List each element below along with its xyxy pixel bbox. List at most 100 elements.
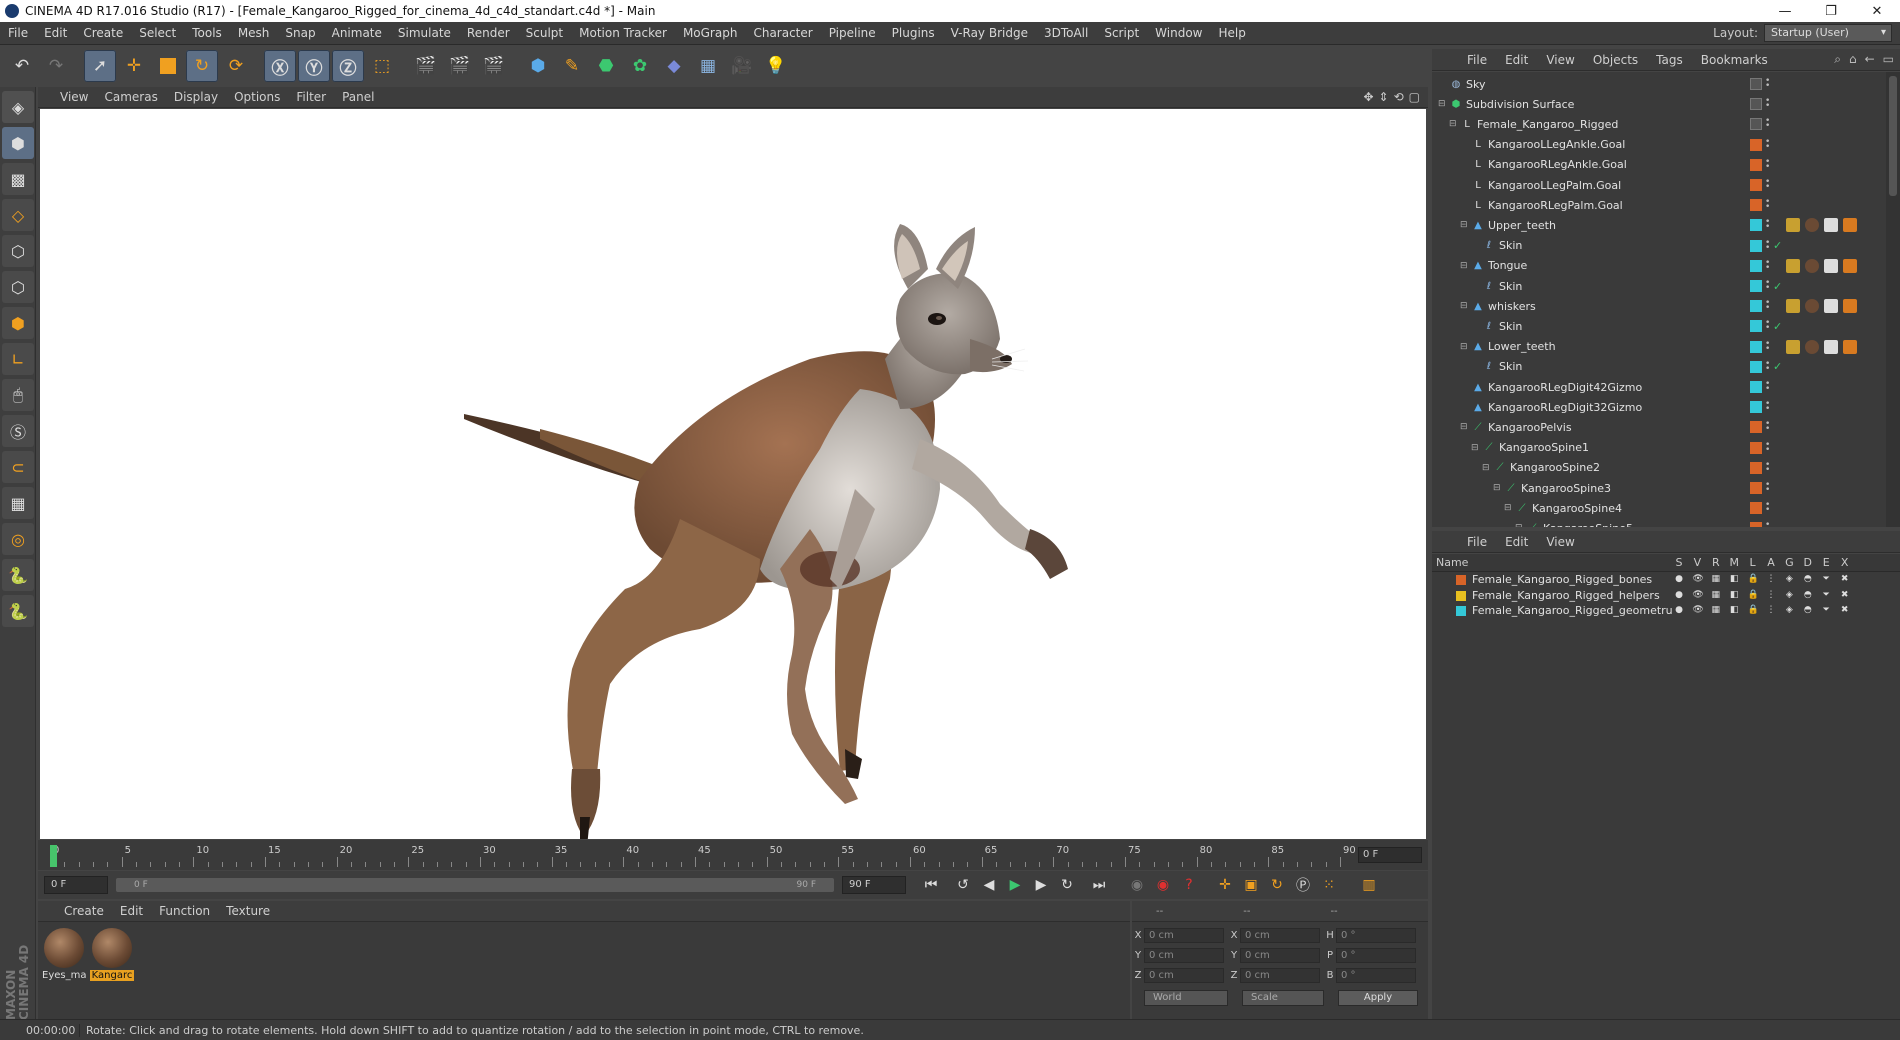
keyframe-selection-icon[interactable]: ? bbox=[1177, 874, 1201, 896]
layer-color-swatch[interactable] bbox=[1750, 441, 1762, 454]
layer-color-swatch[interactable] bbox=[1750, 259, 1762, 272]
coordinate-field[interactable]: 0 ° bbox=[1336, 967, 1416, 983]
layer-toggle-icon[interactable]: ▦ bbox=[1711, 574, 1721, 585]
layer-column-s[interactable]: S bbox=[1672, 556, 1686, 569]
visibility-dots[interactable]: • • bbox=[1765, 258, 1771, 272]
visibility-dots[interactable]: • • bbox=[1765, 359, 1771, 373]
layer-column-m[interactable]: M bbox=[1727, 556, 1741, 569]
timeline-cursor[interactable] bbox=[50, 845, 57, 867]
object-row[interactable]: ⊟ ⟋ KangarooPelvis • • bbox=[1432, 417, 1886, 437]
goto-prev-key-icon[interactable]: ↺ bbox=[951, 874, 975, 896]
menu-v-ray-bridge[interactable]: V-Ray Bridge bbox=[943, 26, 1036, 40]
menu-tools[interactable]: Tools bbox=[184, 26, 230, 40]
edges-mode-icon[interactable]: ⬡ bbox=[2, 271, 34, 303]
z-axis-lock-icon[interactable]: Ⓩ bbox=[332, 50, 364, 82]
object-menu-file[interactable]: File bbox=[1458, 53, 1496, 67]
apply-button[interactable]: Apply bbox=[1338, 990, 1418, 1006]
layer-toggle-icon[interactable]: ◓ bbox=[1803, 574, 1813, 585]
axis-mode-icon[interactable]: ∟ bbox=[2, 343, 34, 375]
tag-icon[interactable] bbox=[1805, 339, 1819, 354]
layer-color-swatch[interactable] bbox=[1750, 421, 1762, 434]
object-row[interactable]: ⊟ ▲ Tongue • • bbox=[1432, 256, 1886, 276]
object-tree-scrollbar[interactable] bbox=[1886, 72, 1900, 527]
key-pla-icon[interactable]: ⁙ bbox=[1317, 874, 1341, 896]
menu-edit[interactable]: Edit bbox=[36, 26, 75, 40]
3d-viewport[interactable] bbox=[40, 109, 1426, 839]
viewport-menu-display[interactable]: Display bbox=[166, 90, 226, 104]
layer-color-swatch[interactable] bbox=[1750, 78, 1762, 90]
object-row[interactable]: ⊟ ⟋ KangarooSpine2 • • bbox=[1432, 458, 1886, 478]
tag-icon[interactable] bbox=[1786, 339, 1800, 354]
timeline-ruler[interactable]: 051015202530354045505560657075808590 0 F bbox=[38, 840, 1428, 870]
light-icon[interactable]: 💡 bbox=[760, 50, 792, 82]
object-row[interactable]: ℓ Skin • • ✓ bbox=[1432, 316, 1886, 336]
workplane-icon[interactable]: ▦ bbox=[2, 487, 34, 519]
fold-toggle-icon[interactable]: ⊟ bbox=[1515, 523, 1523, 527]
visibility-dots[interactable]: • • bbox=[1765, 77, 1771, 91]
menu-script[interactable]: Script bbox=[1096, 26, 1147, 40]
fold-toggle-icon[interactable]: ⊟ bbox=[1460, 422, 1468, 432]
key-position-icon[interactable]: ✛ bbox=[1213, 874, 1237, 896]
layer-color-swatch[interactable] bbox=[1750, 118, 1762, 131]
layer-column-v[interactable]: V bbox=[1690, 556, 1704, 569]
layer-color-swatch[interactable] bbox=[1750, 360, 1762, 373]
layer-color-swatch[interactable] bbox=[1750, 179, 1762, 191]
layer-toggle-icon[interactable]: ◓ bbox=[1803, 605, 1813, 616]
layer-toggle-icon[interactable]: ⋮ bbox=[1766, 605, 1776, 616]
tag-icon[interactable] bbox=[1824, 299, 1838, 314]
menu-plugins[interactable]: Plugins bbox=[884, 26, 943, 40]
snap-icon[interactable]: Ⓢ bbox=[2, 415, 34, 447]
layer-color-swatch[interactable] bbox=[1750, 219, 1762, 232]
skin-check-icon[interactable]: ✓ bbox=[1773, 239, 1782, 252]
fold-toggle-icon[interactable]: ⊟ bbox=[1460, 301, 1468, 311]
visibility-dots[interactable]: • • bbox=[1765, 380, 1771, 394]
key-scale-icon[interactable]: ▣ bbox=[1239, 874, 1263, 896]
coordinate-field[interactable]: 0 cm bbox=[1240, 927, 1320, 943]
tweak-mode-icon[interactable]: 🖱 bbox=[2, 379, 34, 411]
layer-color-swatch[interactable] bbox=[1750, 502, 1762, 515]
layer-color-swatch[interactable] bbox=[1750, 340, 1762, 353]
object-row[interactable]: ▲ KangarooRLegDigit32Gizmo • • bbox=[1432, 397, 1886, 417]
menu-pipeline[interactable]: Pipeline bbox=[821, 26, 884, 40]
layer-color-swatch[interactable] bbox=[1750, 461, 1762, 474]
layer-color-swatch[interactable] bbox=[1456, 575, 1466, 585]
fold-toggle-icon[interactable]: ⊟ bbox=[1449, 119, 1457, 129]
workplane-mode-icon[interactable]: ◇ bbox=[2, 199, 34, 231]
goto-next-key-icon[interactable]: ↻ bbox=[1055, 874, 1079, 896]
goto-start-icon[interactable]: ⏮ bbox=[919, 874, 943, 896]
tag-icon[interactable] bbox=[1805, 299, 1819, 314]
coordinate-field[interactable]: 0 cm bbox=[1144, 927, 1224, 943]
layer-toggle-icon[interactable]: ▦ bbox=[1711, 605, 1721, 616]
layer-toggle-icon[interactable]: 👁 bbox=[1692, 574, 1703, 585]
layer-toggle-icon[interactable]: 🔒 bbox=[1748, 605, 1759, 616]
coordinate-field[interactable]: 0 cm bbox=[1240, 947, 1320, 963]
object-row[interactable]: L KangarooLLegAnkle.Goal • • bbox=[1432, 135, 1886, 155]
tag-icon[interactable] bbox=[1824, 218, 1838, 233]
layer-color-swatch[interactable] bbox=[1456, 590, 1466, 601]
layer-row[interactable]: Female_Kangaroo_Rigged_bones ● 👁 ▦ ◧ 🔒 ⋮ ◈ ◓ ⏷ ✖ bbox=[1432, 573, 1900, 588]
object-menu-edit[interactable]: Edit bbox=[1496, 53, 1537, 67]
visibility-dots[interactable]: • • bbox=[1765, 481, 1771, 495]
menu-motion-tracker[interactable]: Motion Tracker bbox=[571, 26, 675, 40]
menu-create[interactable]: Create bbox=[75, 26, 131, 40]
cube-icon[interactable]: ⬢ bbox=[522, 50, 554, 82]
minimize-button[interactable]: — bbox=[1762, 0, 1808, 22]
coordinate-field[interactable]: 0 cm bbox=[1144, 967, 1224, 983]
tag-icon[interactable] bbox=[1843, 299, 1857, 314]
max-time-field[interactable]: 90 F bbox=[842, 876, 906, 894]
move-icon[interactable]: ✛ bbox=[118, 50, 150, 82]
layer-column-l[interactable]: L bbox=[1746, 556, 1760, 569]
layout-dropdown[interactable]: Startup (User) bbox=[1764, 24, 1892, 42]
object-row[interactable]: ◍ Sky • • bbox=[1432, 74, 1886, 94]
object-row[interactable]: ⊟ ⟋ KangarooSpine3 • • bbox=[1432, 478, 1886, 498]
object-row[interactable]: ⊟ L Female_Kangaroo_Rigged • • bbox=[1432, 114, 1886, 134]
object-menu-tags[interactable]: Tags bbox=[1647, 53, 1692, 67]
subdivision-icon[interactable]: ⬣ bbox=[590, 50, 622, 82]
fold-toggle-icon[interactable]: ⊟ bbox=[1438, 99, 1446, 109]
tag-icon[interactable] bbox=[1843, 339, 1857, 354]
menu-snap[interactable]: Snap bbox=[277, 26, 323, 40]
layer-toggle-icon[interactable]: ◧ bbox=[1729, 605, 1739, 616]
viewport-move-icon[interactable]: ✥ bbox=[1363, 90, 1373, 104]
render-view-icon[interactable]: 🎬 bbox=[410, 50, 442, 82]
record-active-icon[interactable]: ◉ bbox=[1125, 874, 1149, 896]
